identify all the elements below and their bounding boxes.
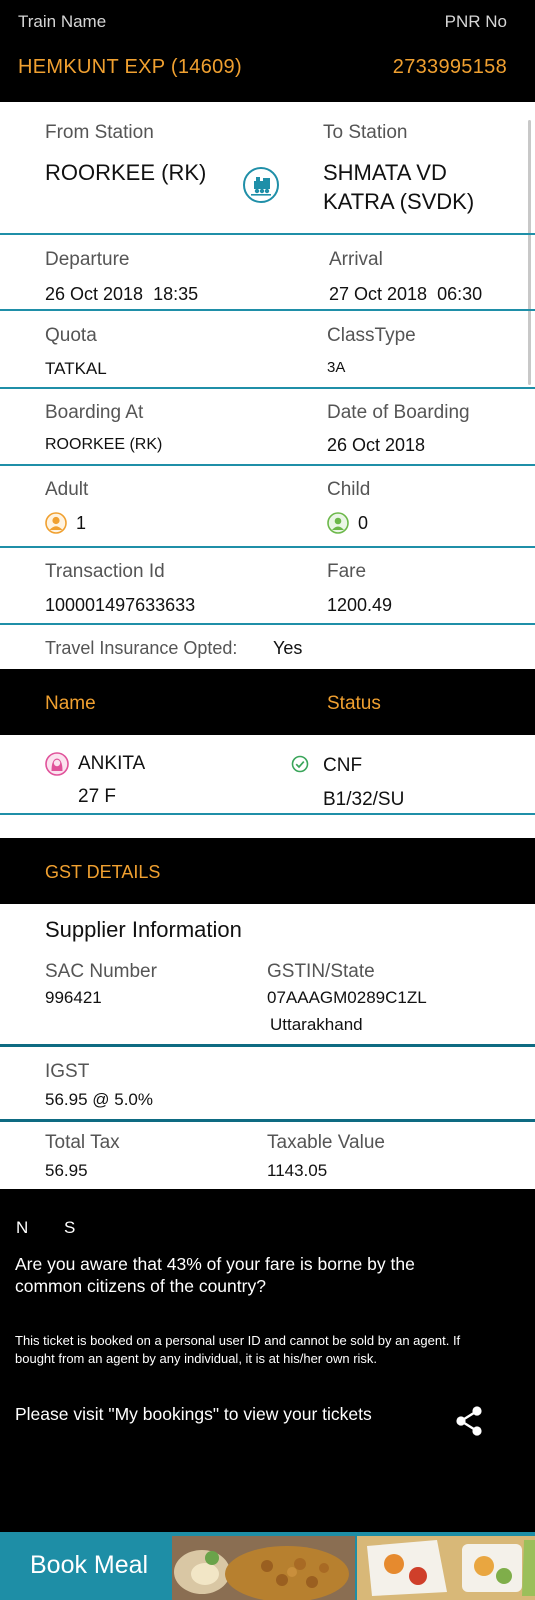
date-of-boarding-label: Date of Boarding [327, 402, 470, 423]
train-name-value: HEMKUNT EXP (14609) [18, 56, 242, 78]
transaction-id-value: 100001497633633 [45, 595, 196, 615]
book-meal-label: Book Meal [30, 1551, 149, 1579]
taxable-value-value: 1143.05 [267, 1161, 328, 1180]
from-station-label: From Station [45, 122, 154, 143]
adult-icon [45, 512, 67, 534]
disclaimer-text-line1: This ticket is booked on a personal user… [15, 1333, 461, 1348]
insurance-value: Yes [273, 638, 303, 658]
book-meal-banner[interactable]: Book Meal [0, 1532, 535, 1600]
supplier-information-title: Supplier Information [45, 917, 242, 942]
berth-details: B1/32/SU [323, 789, 405, 810]
departure-value: 26 Oct 2018 18:35 [45, 284, 199, 304]
from-station-value: ROORKEE (RK) [45, 160, 207, 185]
train-name-label: Train Name [18, 12, 107, 31]
to-station-value-line2: KATRA (SVDK) [323, 189, 475, 214]
status-column-header: Status [327, 693, 381, 714]
divider [0, 1119, 535, 1122]
booking-status: CNF [323, 755, 363, 776]
divider [0, 623, 535, 625]
ticket-header: Train Name PNR No HEMKUNT EXP (14609) 27… [0, 0, 535, 102]
quota-label: Quota [45, 325, 97, 346]
child-value: 0 [358, 513, 369, 533]
adult-label: Adult [45, 479, 89, 500]
info-footer: N S Are you aware that 43% of your fare … [0, 1189, 535, 1532]
departure-label: Departure [45, 249, 130, 270]
passenger-name: ANKITA [78, 753, 146, 774]
sac-number-value: 996421 [45, 988, 102, 1007]
class-type-label: ClassType [327, 325, 416, 346]
fare-label: Fare [327, 561, 367, 582]
state-value: Uttarakhand [270, 1015, 363, 1034]
insurance-label: Travel Insurance Opted: [45, 638, 238, 658]
boarding-at-label: Boarding At [45, 402, 144, 423]
n-label: N [16, 1218, 29, 1237]
to-station-value-line1: SHMATA VD [323, 160, 447, 185]
arrival-label: Arrival [329, 249, 383, 270]
awareness-text-line1: Are you aware that 43% of your fare is b… [15, 1254, 415, 1274]
igst-value: 56.95 @ 5.0% [45, 1090, 153, 1109]
my-bookings-note: Please visit "My bookings" to view your … [15, 1404, 372, 1424]
fare-value: 1200.49 [327, 595, 393, 615]
gst-details-title: GST DETAILS [45, 862, 161, 882]
quota-value: TATKAL [45, 359, 107, 378]
name-column-header: Name [45, 693, 96, 714]
pnr-label: PNR No [444, 12, 507, 31]
divider [0, 546, 535, 548]
ticket-details-screen: Train Name PNR No HEMKUNT EXP (14609) 27… [0, 0, 535, 1600]
s-label: S [64, 1218, 76, 1237]
sac-number-label: SAC Number [45, 961, 157, 982]
passenger-age-gender: 27 F [78, 786, 117, 807]
confirmed-check-icon [291, 755, 309, 773]
divider [0, 813, 535, 815]
gst-header: GST DETAILS [0, 838, 535, 904]
adult-value: 1 [76, 513, 87, 533]
share-icon[interactable] [454, 1405, 484, 1437]
total-tax-label: Total Tax [45, 1132, 120, 1153]
gstin-state-label: GSTIN/State [267, 961, 375, 982]
child-label: Child [327, 479, 371, 500]
awareness-text-line2: common citizens of the country? [15, 1276, 266, 1296]
disclaimer-text-line2: bought from an agent by any individual, … [15, 1351, 378, 1366]
divider [0, 464, 535, 466]
arrival-value: 27 Oct 2018 06:30 [329, 284, 483, 304]
train-icon [243, 167, 279, 203]
pnr-value: 2733995158 [392, 56, 507, 78]
food-images [172, 1536, 535, 1600]
class-type-value: 3A [327, 359, 346, 376]
boarding-at-value: ROORKEE (RK) [45, 436, 163, 453]
scrollbar[interactable] [528, 120, 531, 385]
divider [0, 309, 535, 311]
divider [0, 387, 535, 389]
taxable-value-label: Taxable Value [267, 1132, 385, 1153]
child-icon [327, 512, 349, 534]
passenger-table-header: Name Status [0, 669, 535, 735]
divider [0, 233, 535, 235]
gstin-value: 07AAAGM0289C1ZL [267, 988, 427, 1007]
female-passenger-icon [45, 752, 69, 776]
date-of-boarding-value: 26 Oct 2018 [327, 435, 426, 455]
divider [0, 1044, 535, 1047]
igst-label: IGST [45, 1061, 90, 1082]
total-tax-value: 56.95 [45, 1161, 88, 1180]
to-station-label: To Station [323, 122, 408, 143]
transaction-id-label: Transaction Id [45, 561, 165, 582]
